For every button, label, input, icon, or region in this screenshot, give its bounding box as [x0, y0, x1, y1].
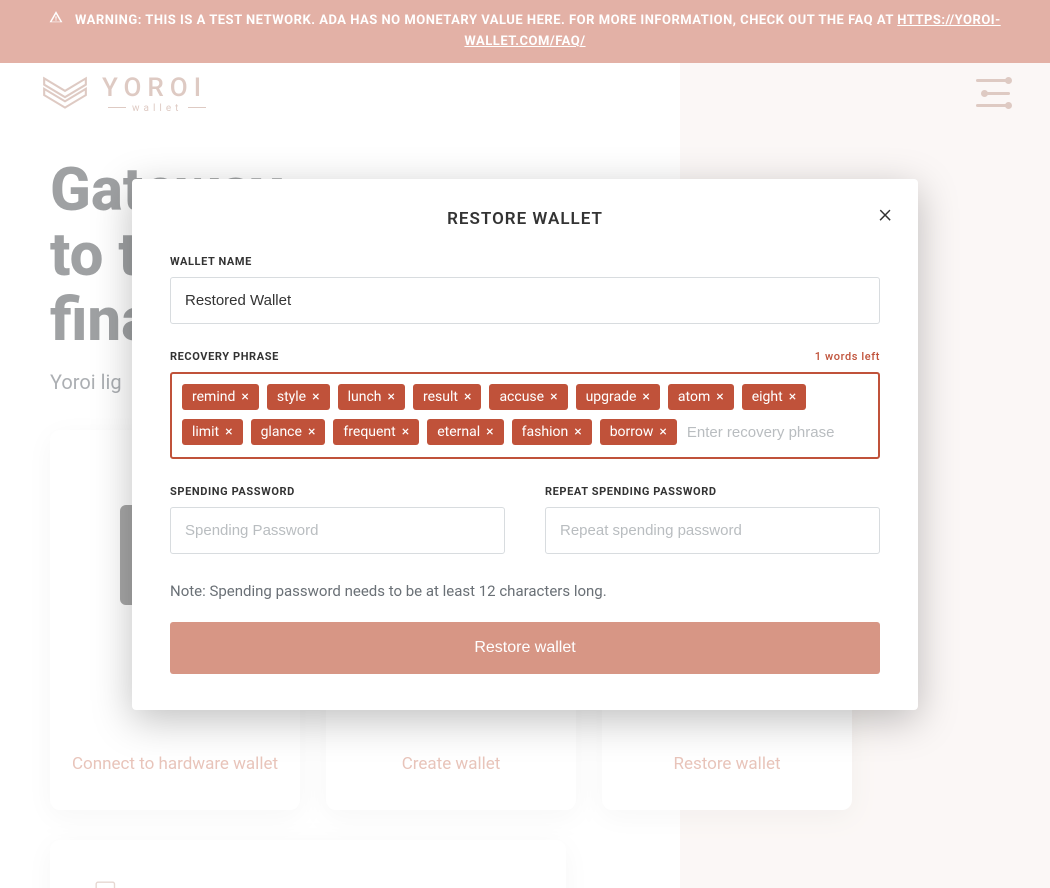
password-note: Note: Spending password needs to be at l… — [170, 582, 880, 600]
recovery-phrase-input[interactable] — [685, 418, 868, 447]
chip-remove-icon[interactable]: × — [789, 389, 796, 405]
recovery-phrase-box[interactable]: remind×style×lunch×result×accuse×upgrade… — [170, 372, 880, 459]
chip-remove-icon[interactable]: × — [574, 424, 581, 440]
phrase-chip: glance × — [251, 419, 326, 445]
close-icon[interactable]: × — [878, 201, 892, 227]
phrase-chip: eight × — [742, 384, 806, 410]
repeat-spending-password-input[interactable] — [545, 507, 880, 554]
phrase-chip-word: frequent — [343, 424, 395, 440]
chip-remove-icon[interactable]: × — [642, 389, 649, 405]
spending-password-label: SPENDING PASSWORD — [170, 485, 505, 498]
phrase-chip-word: borrow — [610, 424, 654, 440]
phrase-chip: frequent × — [333, 419, 419, 445]
phrase-chip: borrow × — [600, 419, 677, 445]
modal-title: RESTORE WALLET — [170, 209, 880, 229]
phrase-chip-word: remind — [192, 389, 235, 405]
phrase-chip: result × — [413, 384, 481, 410]
wallet-name-label: WALLET NAME — [170, 255, 880, 268]
phrase-chip: accuse × — [489, 384, 567, 410]
chip-remove-icon[interactable]: × — [312, 389, 319, 405]
chip-remove-icon[interactable]: × — [464, 389, 471, 405]
chip-remove-icon[interactable]: × — [241, 389, 248, 405]
phrase-chip-word: upgrade — [586, 389, 637, 405]
chip-remove-icon[interactable]: × — [402, 424, 409, 440]
repeat-spending-password-label: REPEAT SPENDING PASSWORD — [545, 485, 880, 498]
restore-wallet-modal: RESTORE WALLET × WALLET NAME RECOVERY PH… — [132, 179, 918, 710]
phrase-chip: fashion × — [512, 419, 592, 445]
phrase-chip-word: lunch — [348, 389, 382, 405]
chip-remove-icon[interactable]: × — [550, 389, 557, 405]
phrase-chip: eternal × — [427, 419, 503, 445]
phrase-chip-word: fashion — [522, 424, 569, 440]
chip-remove-icon[interactable]: × — [308, 424, 315, 440]
phrase-chip-word: limit — [192, 424, 219, 440]
chip-remove-icon[interactable]: × — [486, 424, 493, 440]
recovery-phrase-label: RECOVERY PHRASE — [170, 350, 279, 363]
wallet-name-input[interactable] — [170, 277, 880, 324]
phrase-chip: limit × — [182, 419, 243, 445]
chip-remove-icon[interactable]: × — [388, 389, 395, 405]
phrase-chip-word: glance — [261, 424, 302, 440]
words-left-counter: 1 words left — [815, 350, 880, 363]
phrase-chip: style × — [267, 384, 330, 410]
phrase-chip-word: accuse — [499, 389, 544, 405]
phrase-chip: lunch × — [338, 384, 405, 410]
chip-remove-icon[interactable]: × — [225, 424, 232, 440]
modal-overlay: RESTORE WALLET × WALLET NAME RECOVERY PH… — [0, 0, 1050, 888]
phrase-chip: atom × — [668, 384, 734, 410]
phrase-chip-word: eternal — [437, 424, 480, 440]
restore-wallet-button[interactable]: Restore wallet — [170, 622, 880, 674]
phrase-chip-word: atom — [678, 389, 710, 405]
spending-password-input[interactable] — [170, 507, 505, 554]
chip-remove-icon[interactable]: × — [659, 424, 666, 440]
phrase-chip-word: result — [423, 389, 458, 405]
phrase-chip: remind × — [182, 384, 259, 410]
phrase-chip-word: style — [277, 389, 306, 405]
chip-remove-icon[interactable]: × — [716, 389, 723, 405]
phrase-chip-word: eight — [752, 389, 783, 405]
phrase-chip: upgrade × — [576, 384, 660, 410]
